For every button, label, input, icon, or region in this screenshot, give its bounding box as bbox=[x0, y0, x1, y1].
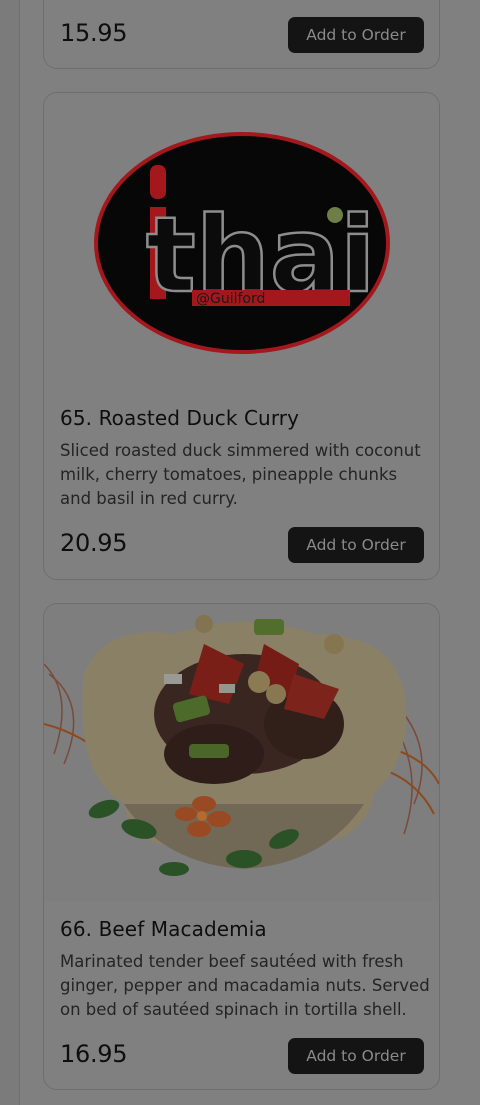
food-photo bbox=[44, 604, 439, 901]
add-to-order-button[interactable]: Add to Order bbox=[288, 17, 424, 53]
item-price: 15.95 bbox=[60, 19, 128, 47]
menu-item-card: 66. Beef Macademia Marinated tender beef… bbox=[43, 603, 440, 1090]
item-name: 65. Roasted Duck Curry bbox=[60, 406, 300, 430]
item-description: Marinated tender beef sautéed with fresh… bbox=[60, 952, 430, 1019]
add-to-order-button[interactable]: Add to Order bbox=[288, 527, 424, 563]
menu-item-card: thai @Guilford 65. Roasted Duck Curry Sl… bbox=[43, 92, 440, 580]
item-price: 20.95 bbox=[60, 529, 128, 557]
item-name: 66. Beef Macademia bbox=[60, 917, 267, 941]
restaurant-logo-image: thai @Guilford bbox=[44, 93, 439, 390]
logo-subtext: @Guilford bbox=[196, 291, 265, 307]
item-description: Sliced roasted duck simmered with coconu… bbox=[60, 441, 421, 508]
item-price: 16.95 bbox=[60, 1040, 128, 1068]
add-to-order-button[interactable]: Add to Order bbox=[288, 1038, 424, 1074]
menu-item-card: 15.95 Add to Order bbox=[43, 0, 440, 69]
